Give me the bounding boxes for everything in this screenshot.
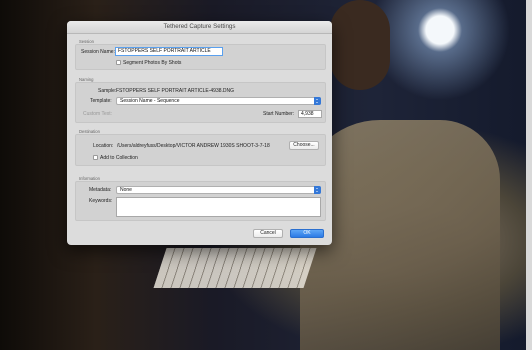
dialog-title: Tethered Capture Settings — [67, 21, 332, 34]
template-value: Session Name - Sequence — [120, 98, 180, 104]
chevron-updown-icon — [314, 97, 321, 105]
add-to-collection-label: Add to Collection — [100, 155, 138, 161]
tethered-capture-settings-dialog: Tethered Capture Settings Session Sessio… — [67, 21, 332, 245]
start-number-input[interactable]: 4,938 — [298, 110, 322, 118]
template-select[interactable]: Session Name - Sequence — [116, 97, 321, 105]
metadata-value: None — [120, 187, 132, 193]
destination-group: Location: /Users/aldreyfuss/Desktop/VICT… — [75, 134, 326, 166]
photo-subject-head — [330, 0, 390, 90]
session-name-input[interactable]: FSTOPPERS SELF PORTRAIT ARTICLE — [115, 47, 223, 56]
template-label: Template: — [90, 98, 112, 104]
sample-value: FSTOPPERS SELF PORTRAIT ARTICLE-4938.DNG — [116, 88, 235, 94]
add-to-collection-checkbox[interactable] — [93, 155, 98, 160]
ok-button[interactable]: OK — [290, 229, 324, 238]
photo-piano-keys — [153, 248, 317, 288]
segment-photos-label: Segment Photos By Shots — [123, 60, 182, 66]
metadata-label: Metadata: — [89, 187, 112, 193]
location-value: /Users/aldreyfuss/Desktop/VICTOR ANDREW … — [117, 143, 270, 149]
window-edge — [526, 0, 532, 350]
session-group: Session Name: FSTOPPERS SELF PORTRAIT AR… — [75, 44, 326, 70]
metadata-select[interactable]: None — [116, 186, 321, 194]
keywords-label: Keywords: — [89, 198, 113, 204]
segment-photos-checkbox[interactable] — [116, 60, 121, 65]
information-group: Metadata: None Keywords: — [75, 181, 326, 221]
location-label: Location: — [93, 143, 114, 149]
sample-label: Sample: — [98, 88, 117, 94]
session-name-label: Session Name: — [81, 49, 115, 55]
keywords-textarea[interactable] — [116, 197, 321, 217]
custom-text-label: Custom Text: — [83, 111, 113, 117]
start-number-label: Start Number: — [263, 111, 295, 117]
naming-group: Sample: FSTOPPERS SELF PORTRAIT ARTICLE-… — [75, 82, 326, 123]
chevron-updown-icon — [314, 186, 321, 194]
choose-button[interactable]: Choose... — [289, 141, 319, 150]
cancel-button[interactable]: Cancel — [253, 229, 283, 238]
